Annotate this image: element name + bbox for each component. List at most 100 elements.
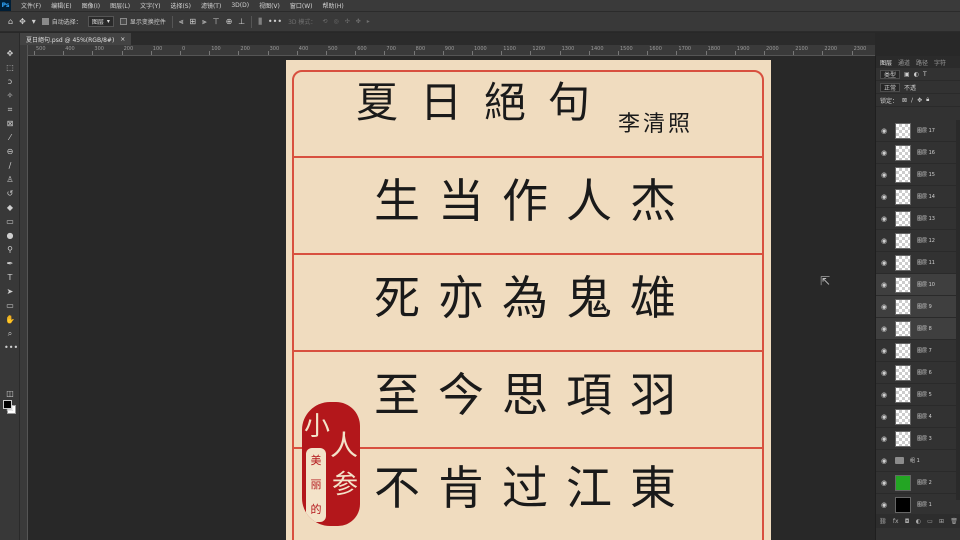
auto-select-checkbox[interactable]: 自动选择： bbox=[41, 17, 82, 26]
blur-tool-icon[interactable]: ● bbox=[4, 230, 16, 242]
layers-scrollbar[interactable] bbox=[956, 120, 960, 500]
lock-position-icon[interactable]: ✥ bbox=[917, 97, 922, 104]
scale-3d-icon[interactable]: ▸ bbox=[367, 18, 370, 25]
type-tool-icon[interactable]: T bbox=[4, 272, 16, 284]
visibility-eye-icon[interactable]: ◉ bbox=[881, 457, 889, 465]
brush-tool-icon[interactable]: ∕ bbox=[4, 160, 16, 172]
menu-filter[interactable]: 滤镜(T) bbox=[201, 1, 221, 10]
dodge-tool-icon[interactable]: ⚲ bbox=[4, 244, 16, 256]
zoom-tool-icon[interactable]: ⌕ bbox=[4, 328, 16, 340]
home-icon[interactable]: ⌂ bbox=[8, 17, 13, 26]
layer-row[interactable]: ◉ 图层 14 bbox=[876, 186, 960, 208]
close-icon[interactable]: × bbox=[120, 36, 125, 43]
align-center-icon[interactable]: ⊞ bbox=[189, 17, 196, 26]
layer-row[interactable]: ◉ 图层 12 bbox=[876, 230, 960, 252]
layer-row[interactable]: ◉ 图层 8 bbox=[876, 318, 960, 340]
adjustment-filter-icon[interactable]: ◐ bbox=[914, 71, 919, 78]
visibility-eye-icon[interactable]: ◉ bbox=[881, 281, 889, 289]
move-tool-icon[interactable]: ✥ bbox=[19, 17, 26, 26]
visibility-eye-icon[interactable]: ◉ bbox=[881, 435, 889, 443]
layer-row[interactable]: ◉ 图层 16 bbox=[876, 142, 960, 164]
gradient-tool-icon[interactable]: ▭ bbox=[4, 216, 16, 228]
visibility-eye-icon[interactable]: ◉ bbox=[881, 369, 889, 377]
kind-filter-dropdown[interactable]: 类型 bbox=[880, 69, 901, 79]
menu-layer[interactable]: 图层(L) bbox=[110, 1, 130, 10]
adjustment-icon[interactable]: ◐ bbox=[916, 518, 921, 525]
layer-row[interactable]: ◉ 图层 9 bbox=[876, 296, 960, 318]
transform-controls-checkbox[interactable]: 显示变换控件 bbox=[119, 17, 166, 26]
visibility-eye-icon[interactable]: ◉ bbox=[881, 127, 889, 135]
more-tools-icon[interactable]: ••• bbox=[4, 342, 18, 354]
tab-character[interactable]: 字符 bbox=[934, 58, 946, 67]
layer-row[interactable]: ◉ 图层 15 bbox=[876, 164, 960, 186]
lasso-tool-icon[interactable]: ↄ bbox=[4, 76, 16, 88]
layer-row[interactable]: ◉ 图层 4 bbox=[876, 406, 960, 428]
path-selection-tool-icon[interactable]: ➤ bbox=[4, 286, 16, 298]
move-tool-icon[interactable]: ✥ bbox=[4, 48, 16, 60]
auto-select-target-dropdown[interactable]: 图层 ▾ bbox=[87, 16, 114, 27]
pan-3d-icon[interactable]: ✣ bbox=[345, 18, 350, 25]
layer-row[interactable]: ◉ 图层 2 bbox=[876, 472, 960, 494]
visibility-eye-icon[interactable]: ◉ bbox=[881, 479, 889, 487]
quick-mask-icon[interactable]: ◫ bbox=[4, 388, 16, 400]
document-tab[interactable]: 夏日絕句.psd @ 45%(RGB/8#) × bbox=[20, 33, 132, 45]
orbit-3d-icon[interactable]: ⟲ bbox=[322, 18, 327, 25]
layer-row[interactable]: ◉ 图层 1 bbox=[876, 494, 960, 516]
tab-paths[interactable]: 路径 bbox=[916, 58, 928, 67]
trash-icon[interactable]: 🗑︎ bbox=[950, 518, 958, 525]
photoshop-logo[interactable]: Ps bbox=[0, 0, 11, 11]
visibility-eye-icon[interactable]: ◉ bbox=[881, 391, 889, 399]
tab-channels[interactable]: 通道 bbox=[898, 58, 910, 67]
layer-row[interactable]: ◉ 图层 13 bbox=[876, 208, 960, 230]
roll-3d-icon[interactable]: ◎ bbox=[333, 18, 338, 25]
lock-paint-icon[interactable]: ∕ bbox=[911, 97, 913, 104]
eyedropper-tool-icon[interactable]: ⁄ bbox=[4, 132, 16, 144]
marquee-tool-icon[interactable]: ⬚ bbox=[4, 62, 16, 74]
document-canvas[interactable]: 夏 日 絕 句 李清照 生 当 作 人 杰 死 亦 為 鬼 雄 至 今 思 項 … bbox=[286, 60, 771, 540]
pen-tool-icon[interactable]: ✒ bbox=[4, 258, 16, 270]
align-bottom-icon[interactable]: ⊥ bbox=[238, 17, 245, 26]
menu-window[interactable]: 窗口(W) bbox=[290, 1, 313, 10]
shape-tool-icon[interactable]: ▭ bbox=[4, 300, 16, 312]
layer-row[interactable]: ◉ 图层 10 bbox=[876, 274, 960, 296]
align-middle-icon[interactable]: ⊕ bbox=[226, 17, 233, 26]
distribute-icon[interactable]: ⫼ bbox=[258, 17, 262, 27]
folder-icon[interactable]: ▭ bbox=[927, 518, 933, 525]
slide-3d-icon[interactable]: ✤ bbox=[356, 18, 361, 25]
align-left-icon[interactable]: ⫷ bbox=[179, 17, 184, 27]
mask-icon[interactable]: ◘ bbox=[905, 518, 910, 525]
visibility-eye-icon[interactable]: ◉ bbox=[881, 501, 889, 509]
visibility-eye-icon[interactable]: ◉ bbox=[881, 259, 889, 267]
type-filter-icon[interactable]: T bbox=[923, 71, 927, 78]
visibility-eye-icon[interactable]: ◉ bbox=[881, 325, 889, 333]
tab-layers[interactable]: 图层 bbox=[880, 58, 892, 67]
menu-type[interactable]: 文字(Y) bbox=[140, 1, 160, 10]
layer-row[interactable]: ◉ 图层 5 bbox=[876, 384, 960, 406]
align-top-icon[interactable]: ⊤ bbox=[213, 17, 220, 26]
layer-row[interactable]: ◉ 组 1 bbox=[876, 450, 960, 472]
visibility-eye-icon[interactable]: ◉ bbox=[881, 237, 889, 245]
menu-view[interactable]: 视图(V) bbox=[259, 1, 280, 10]
healing-brush-tool-icon[interactable]: ⊖ bbox=[4, 146, 16, 158]
menu-3d[interactable]: 3D(D) bbox=[231, 2, 249, 9]
checkbox-checked[interactable] bbox=[41, 18, 49, 25]
history-brush-tool-icon[interactable]: ↺ bbox=[4, 188, 16, 200]
visibility-eye-icon[interactable]: ◉ bbox=[881, 215, 889, 223]
layer-row[interactable]: ◉ 图层 11 bbox=[876, 252, 960, 274]
chevron-down-icon[interactable]: ▾ bbox=[32, 17, 36, 26]
magic-wand-tool-icon[interactable]: ✧ bbox=[4, 90, 16, 102]
pixel-filter-icon[interactable]: ▣ bbox=[904, 71, 910, 78]
menu-file[interactable]: 文件(F) bbox=[21, 1, 41, 10]
visibility-eye-icon[interactable]: ◉ bbox=[881, 347, 889, 355]
hand-tool-icon[interactable]: ✋ bbox=[4, 314, 16, 326]
checkbox-unchecked[interactable] bbox=[119, 18, 127, 25]
new-layer-icon[interactable]: ⊞ bbox=[939, 518, 944, 525]
layer-row[interactable]: ◉ 图层 17 bbox=[876, 120, 960, 142]
lock-transparency-icon[interactable]: ⊠ bbox=[902, 97, 907, 104]
foreground-color-swatch[interactable] bbox=[3, 400, 12, 409]
lock-all-icon[interactable]: 🔒︎ bbox=[926, 96, 929, 104]
fx-icon[interactable]: fx bbox=[893, 518, 899, 525]
visibility-eye-icon[interactable]: ◉ bbox=[881, 303, 889, 311]
link-icon[interactable]: ⛓ bbox=[879, 518, 887, 525]
menu-help[interactable]: 帮助(H) bbox=[323, 1, 344, 10]
